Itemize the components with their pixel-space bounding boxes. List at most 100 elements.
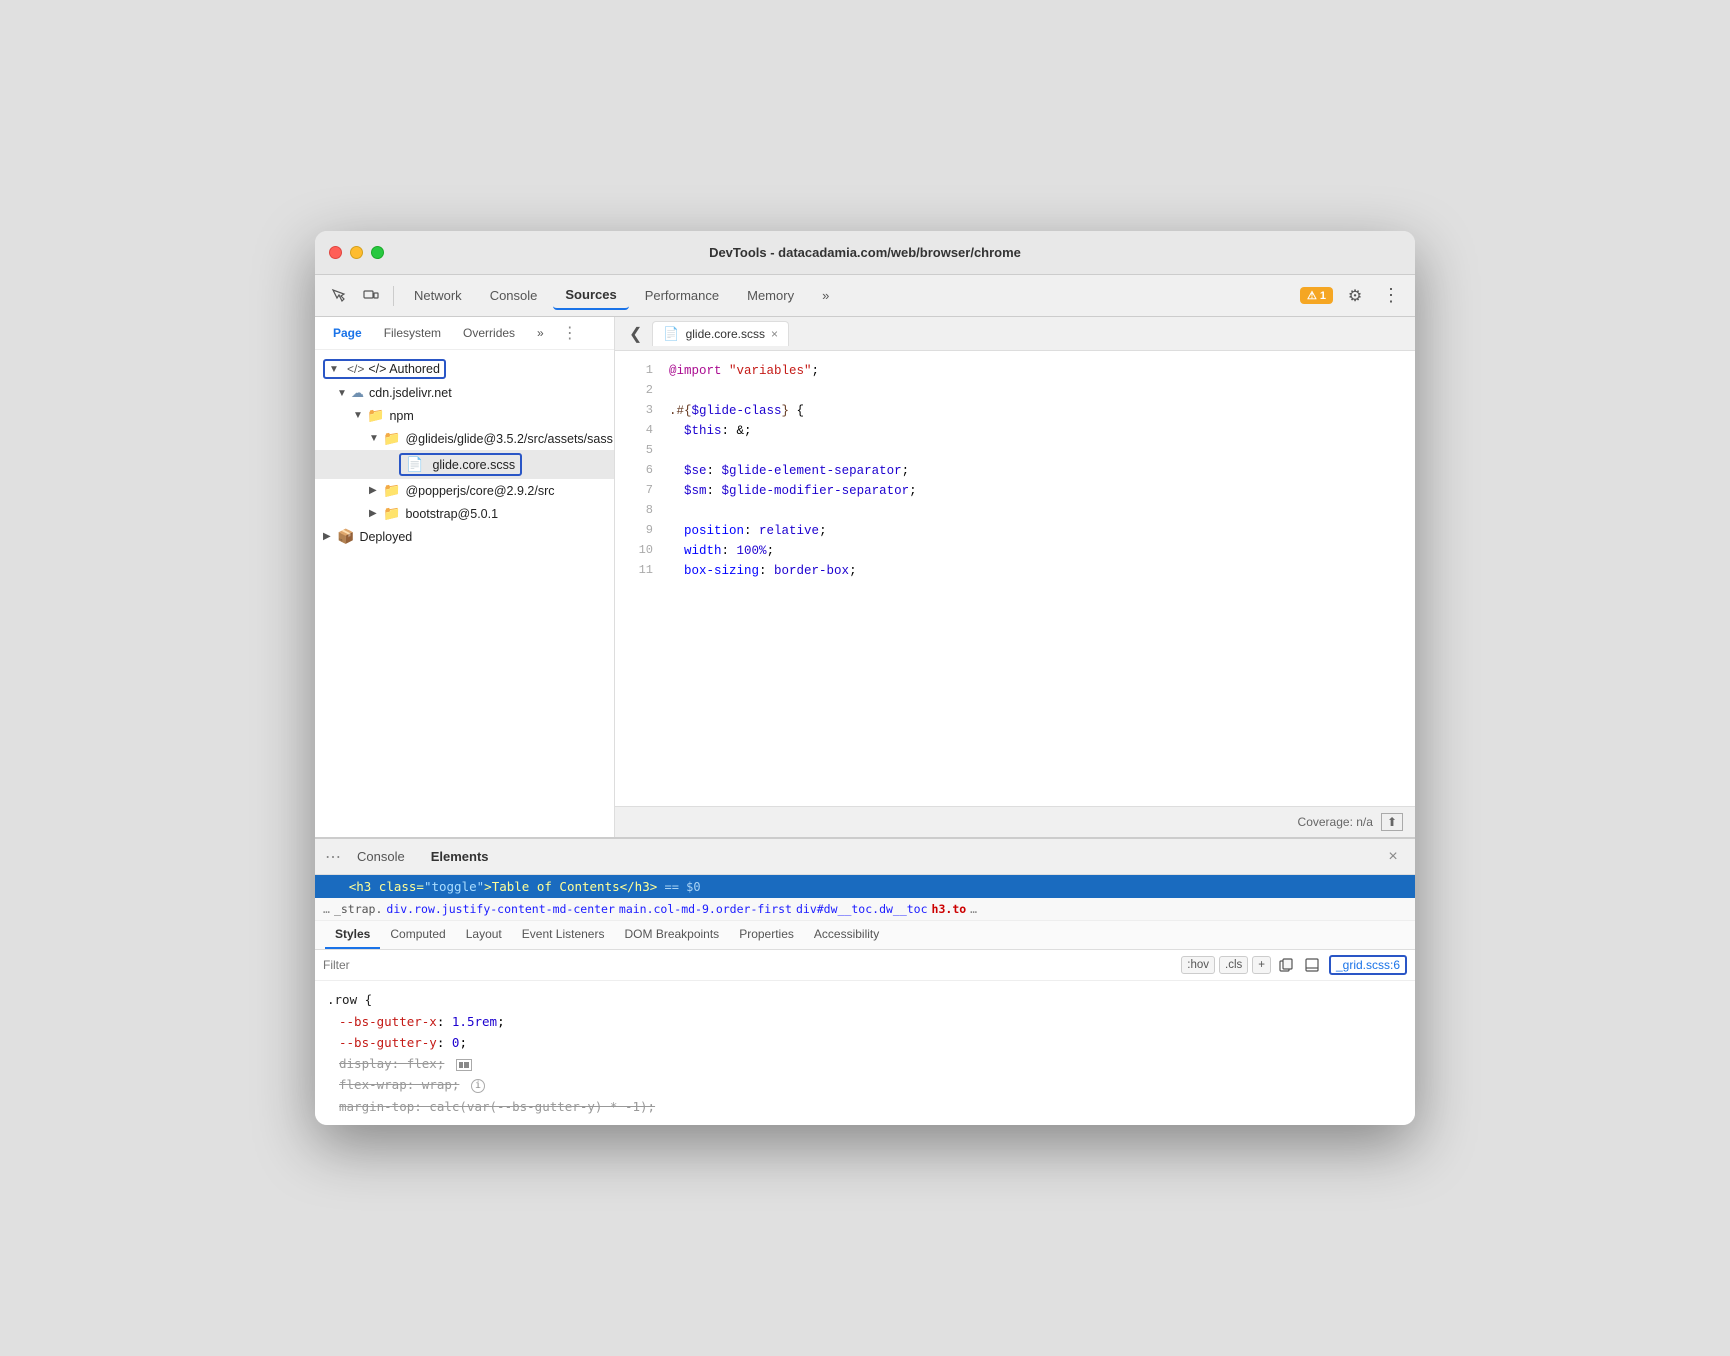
tree-glide-core-scss[interactable]: 📄 glide.core.scss (315, 450, 614, 479)
editor-area: ❮ 📄 glide.core.scss × 1 @import "variabl… (615, 317, 1415, 837)
device-icon[interactable] (357, 282, 385, 310)
code-line-5: 5 (615, 441, 1415, 461)
dom-path-main[interactable]: main.col-md-9.order-first (619, 902, 792, 916)
tree-deployed[interactable]: ▶ 📦 Deployed (315, 525, 614, 548)
tree-authored[interactable]: ▼ </> </> Authored (315, 356, 614, 382)
bottom-close-icon[interactable]: × (1381, 845, 1405, 869)
deployed-label: Deployed (359, 530, 412, 544)
line-content-7: $sm: $glide-modifier-separator; (669, 481, 1405, 501)
filter-dock-icon[interactable] (1301, 954, 1323, 976)
editor-back-icon[interactable]: ❮ (623, 322, 648, 346)
line-content-9: position: relative; (669, 521, 1405, 541)
info-icon[interactable]: i (471, 1079, 485, 1093)
notification-badge[interactable]: ⚠ 1 (1300, 287, 1333, 304)
filter-hov-button[interactable]: :hov (1181, 956, 1215, 974)
bottom-panel: ⋯ Console Elements × <h3 class="toggle">… (315, 837, 1415, 1125)
bootstrap-folder-icon: 📁 (383, 505, 400, 522)
tab-network[interactable]: Network (402, 282, 474, 310)
sidebar-tab-more[interactable]: » (527, 322, 554, 344)
titlebar: DevTools - datacadamia.com/web/browser/c… (315, 231, 1415, 275)
dom-path-h3[interactable]: h3.to (932, 902, 967, 916)
styles-tab-properties[interactable]: Properties (729, 921, 804, 949)
line-num-2: 2 (625, 381, 653, 400)
maximize-button[interactable] (371, 246, 384, 259)
tree-bootstrap[interactable]: ▶ 📁 bootstrap@5.0.1 (315, 502, 614, 525)
more-options-icon[interactable]: ⋮ (1377, 282, 1405, 310)
tree-cdn[interactable]: ▼ ☁ cdn.jsdelivr.net (315, 382, 614, 404)
line-num-11: 11 (625, 561, 653, 580)
cdn-icon: ☁ (351, 385, 364, 401)
bootstrap-label: bootstrap@5.0.1 (405, 507, 498, 521)
tab-memory[interactable]: Memory (735, 282, 806, 310)
editor-tab-close[interactable]: × (771, 327, 778, 341)
tree-glideis[interactable]: ▼ 📁 @glideis/glide@3.5.2/src/assets/sass (315, 427, 614, 450)
line-content-8 (669, 501, 1405, 521)
filter-copy-icon[interactable] (1275, 954, 1297, 976)
popperjs-folder-icon: 📁 (383, 482, 400, 499)
authored-arrow: ▼ (329, 364, 343, 375)
line-content-1: @import "variables"; (669, 361, 1405, 381)
settings-icon[interactable]: ⚙ (1341, 282, 1369, 310)
styles-tab-accessibility[interactable]: Accessibility (804, 921, 889, 949)
sidebar-tab-filesystem[interactable]: Filesystem (374, 322, 451, 344)
css-prop-flex-wrap: flex-wrap: wrap; i (339, 1077, 485, 1092)
css-rule-row: .row { --bs-gutter-x: 1.5rem; --bs-gutte… (327, 989, 1403, 1117)
close-button[interactable] (329, 246, 342, 259)
sidebar-tab-page[interactable]: Page (323, 322, 372, 344)
code-line-1: 1 @import "variables"; (615, 361, 1415, 381)
styles-tab-computed[interactable]: Computed (380, 921, 455, 949)
inspect-icon[interactable] (325, 282, 353, 310)
tab-performance[interactable]: Performance (633, 282, 731, 310)
line-num-7: 7 (625, 481, 653, 500)
deployed-icon: 📦 (337, 528, 354, 545)
popperjs-arrow: ▶ (369, 485, 383, 496)
minimize-button[interactable] (350, 246, 363, 259)
code-line-8: 8 (615, 501, 1415, 521)
dom-path-toc[interactable]: div#dw__toc.dw__toc (796, 902, 928, 916)
styles-tab-event-listeners[interactable]: Event Listeners (512, 921, 615, 949)
sidebar-options-icon[interactable]: ⋮ (556, 321, 584, 345)
authored-code-icon: </> (347, 362, 364, 376)
tab-sources[interactable]: Sources (553, 282, 628, 310)
code-line-6: 6 $se: $glide-element-separator; (615, 461, 1415, 481)
tree-npm[interactable]: ▼ 📁 npm (315, 404, 614, 427)
coverage-bar: Coverage: n/a ⬆ (615, 806, 1415, 837)
css-prop-display: display: flex; (339, 1056, 472, 1071)
styles-tab-styles[interactable]: Styles (325, 921, 380, 949)
styles-tab-layout[interactable]: Layout (456, 921, 512, 949)
bottom-dots-icon[interactable]: ⋯ (325, 847, 341, 867)
editor-file-tab[interactable]: 📄 glide.core.scss × (652, 321, 789, 346)
line-content-5 (669, 441, 1405, 461)
styles-tab-dom-breakpoints[interactable]: DOM Breakpoints (614, 921, 729, 949)
line-num-3: 3 (625, 401, 653, 420)
code-line-4: 4 $this: &; (615, 421, 1415, 441)
filter-bar: :hov .cls + _grid.scss:6 (315, 950, 1415, 981)
css-prop-gutter-x: --bs-gutter-x: 1.5rem; (339, 1014, 505, 1029)
toolbar-right: ⚠ 1 ⚙ ⋮ (1300, 282, 1405, 310)
editor-tab-bar: ❮ 📄 glide.core.scss × (615, 317, 1415, 351)
dom-path-dots[interactable]: … (323, 902, 330, 916)
source-link[interactable]: _grid.scss:6 (1329, 955, 1407, 975)
filter-input[interactable] (323, 958, 1175, 972)
file-tree: ▼ </> </> Authored ▼ ☁ cdn.jsdelivr.net … (315, 350, 614, 554)
code-line-2: 2 (615, 381, 1415, 401)
element-html: <h3 class="toggle">Table of Contents</h3… (349, 879, 658, 894)
bottom-tab-console[interactable]: Console (347, 845, 415, 868)
dom-path-row[interactable]: div.row.justify-content-md-center (386, 902, 614, 916)
filter-cls-button[interactable]: .cls (1219, 956, 1248, 974)
bottom-tab-elements[interactable]: Elements (421, 845, 499, 868)
css-rule-selector: .row { (327, 992, 372, 1007)
dom-path-strap[interactable]: _strap. (334, 902, 382, 916)
dom-path-end-dots[interactable]: … (970, 902, 977, 916)
deployed-arrow: ▶ (323, 531, 337, 542)
line-num-5: 5 (625, 441, 653, 460)
tree-popperjs[interactable]: ▶ 📁 @popperjs/core@2.9.2/src (315, 479, 614, 502)
tab-more[interactable]: » (810, 282, 841, 310)
code-editor[interactable]: 1 @import "variables"; 2 3 .#{$glide-cla… (615, 351, 1415, 806)
filter-add-button[interactable]: + (1252, 956, 1271, 974)
line-num-4: 4 (625, 421, 653, 440)
coverage-label: Coverage: n/a (1298, 815, 1373, 829)
bottom-toolbar: ⋯ Console Elements × (315, 839, 1415, 875)
sidebar-tab-overrides[interactable]: Overrides (453, 322, 525, 344)
tab-console[interactable]: Console (478, 282, 550, 310)
